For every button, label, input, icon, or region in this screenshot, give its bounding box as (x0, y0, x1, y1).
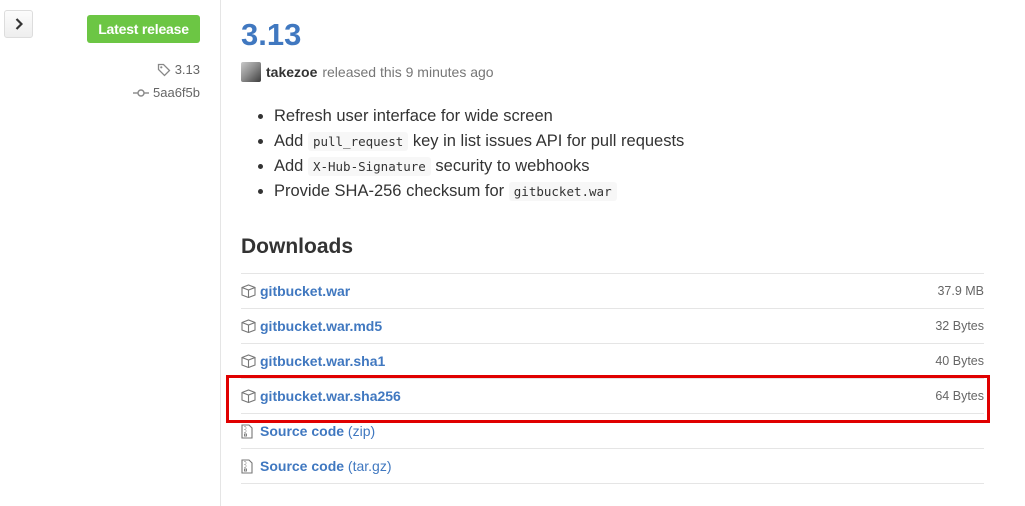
download-item[interactable]: gitbucket.war.md5 32 Bytes (241, 309, 984, 344)
git-commit-icon (133, 88, 149, 97)
release-tag[interactable]: 3.13 (157, 62, 200, 77)
latest-release-badge: Latest release (87, 15, 200, 43)
download-link[interactable]: Source code (tar.gz) (260, 458, 984, 474)
archive-format: (zip) (347, 423, 376, 439)
download-link[interactable]: gitbucket.war (260, 283, 937, 299)
commit-label: 5aa6f5b (153, 85, 200, 100)
inline-code: gitbucket.war (508, 182, 617, 201)
list-item: Add pull_request key in list issues API … (274, 129, 684, 154)
download-link[interactable]: gitbucket.war.md5 (260, 318, 935, 334)
list-item: Add X-Hub-Signature security to webhooks (274, 154, 684, 179)
file-size: 40 Bytes (935, 354, 984, 368)
file-size: 64 Bytes (935, 389, 984, 403)
download-item[interactable]: Source code (tar.gz) (241, 449, 984, 484)
avatar[interactable] (241, 62, 261, 82)
tag-icon (157, 63, 171, 76)
file-size: 32 Bytes (935, 319, 984, 333)
released-text: released this 9 minutes ago (322, 64, 494, 80)
inline-code: X-Hub-Signature (307, 157, 431, 176)
download-item[interactable]: gitbucket.war 37.9 MB (241, 274, 984, 309)
file-zip-icon (241, 458, 257, 474)
download-link[interactable]: gitbucket.war.sha256 (260, 388, 935, 404)
release-byline: takezoe released this 9 minutes ago (241, 62, 494, 82)
downloads-heading: Downloads (241, 235, 354, 258)
package-icon (241, 284, 257, 298)
chevron-right-icon (15, 18, 23, 30)
download-link[interactable]: gitbucket.war.sha1 (260, 353, 935, 369)
package-icon (241, 354, 257, 368)
package-icon (241, 319, 257, 333)
download-link[interactable]: Source code (zip) (260, 423, 984, 439)
author-link[interactable]: takezoe (266, 64, 317, 80)
archive-format: (tar.gz) (347, 458, 392, 474)
release-notes: Refresh user interface for wide screen A… (252, 104, 684, 204)
list-item: Refresh user interface for wide screen (274, 104, 684, 129)
tag-label: 3.13 (174, 62, 200, 77)
release-commit[interactable]: 5aa6f5b (133, 85, 200, 100)
inline-code: pull_request (307, 132, 409, 151)
sidebar-divider (220, 0, 221, 506)
list-item: Provide SHA-256 checksum for gitbucket.w… (274, 179, 684, 204)
release-title[interactable]: 3.13 (241, 13, 301, 57)
download-item[interactable]: Source code (zip) (241, 414, 984, 449)
expand-button[interactable] (4, 10, 33, 38)
file-zip-icon (241, 423, 257, 439)
downloads-list: gitbucket.war 37.9 MB gitbucket.war.md5 … (241, 273, 984, 484)
file-size: 37.9 MB (937, 284, 984, 298)
download-item[interactable]: gitbucket.war.sha1 40 Bytes (241, 344, 984, 379)
package-icon (241, 389, 257, 403)
download-item[interactable]: gitbucket.war.sha256 64 Bytes (241, 379, 984, 414)
